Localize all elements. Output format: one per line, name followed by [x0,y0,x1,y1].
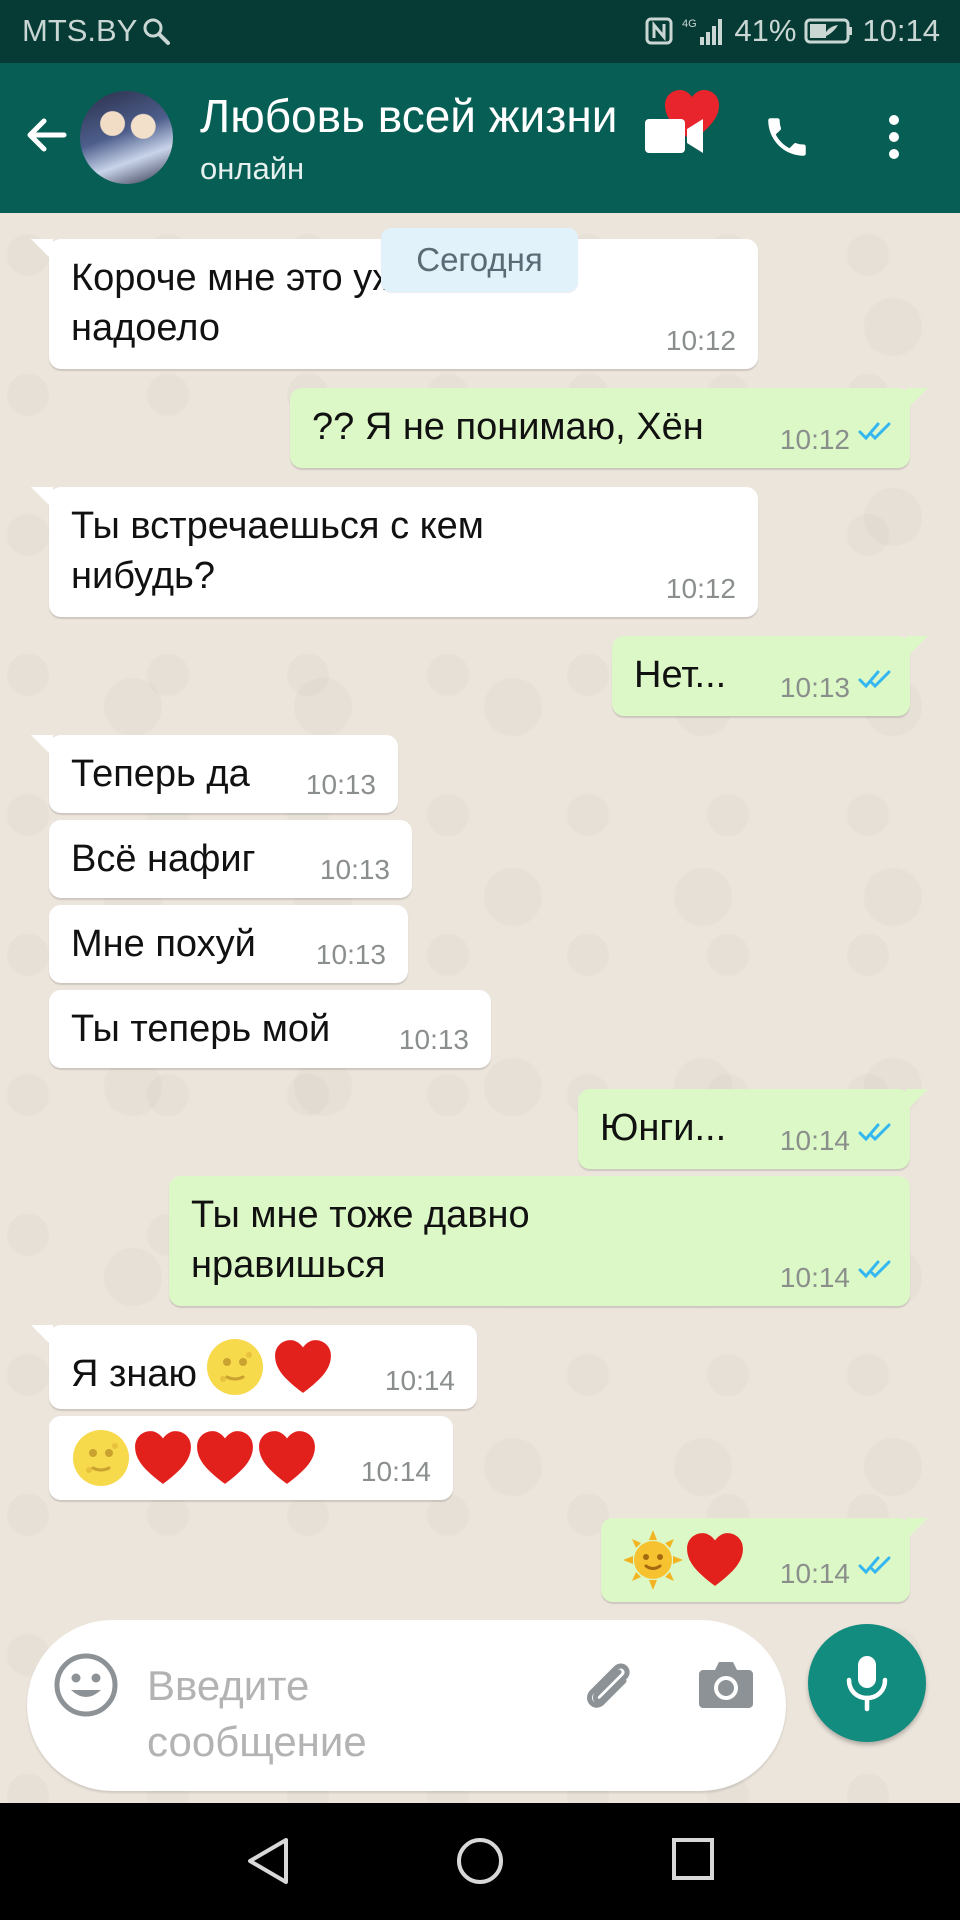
message-time: 10:14 [779,1125,850,1156]
contact-name[interactable]: Любовь всей жизни [200,89,617,143]
read-ticks-icon [858,1542,896,1585]
message-text: нравишься [191,1244,386,1286]
signal-icon: 4G [682,15,726,47]
heart-emoji [273,1339,333,1408]
clock: 10:14 [862,13,940,48]
chat-area[interactable]: Короче мне это уже надоело 10:12 Сегодня… [0,213,960,1803]
camera-icon[interactable] [697,1656,755,1719]
message-time: 10:14 [779,1262,850,1293]
message-bubble[interactable]: Ты встречаешься с кем нибудь? 10:12 [31,487,758,617]
heart-emoji [685,1532,745,1601]
message-input[interactable]: Введите сообщение [147,1658,367,1770]
message-text: Ты мне тоже давно [191,1194,530,1236]
moon-face-emoji [71,1428,131,1501]
nav-recents-icon[interactable] [670,1836,716,1887]
video-call-icon[interactable] [643,113,705,164]
moon-face-emoji [205,1337,265,1410]
message-time: 10:12 [665,325,736,356]
more-options-icon[interactable] [880,113,908,166]
message-text: Короче мне это уже [71,257,420,299]
message-bubble[interactable]: 10:14 [601,1518,928,1603]
read-ticks-icon [858,1246,896,1289]
status-bar: MTS.BY 4G 41% 10:14 [0,0,960,63]
message-bubble[interactable]: Всё нафиг 10:13 [49,820,412,898]
message-text: Мне похуй [71,923,256,965]
message-time: 10:13 [319,854,390,885]
carrier-label: MTS.BY [22,13,138,48]
message-bubble[interactable]: 10:14 [49,1416,453,1500]
message-text: Всё нафиг [71,838,256,880]
message-bubble[interactable]: Юнги... 10:14 [578,1089,928,1169]
nav-back-icon[interactable] [244,1836,292,1891]
message-bubble[interactable]: Нет... 10:13 [612,636,928,716]
message-text: Юнги... [600,1107,727,1149]
message-time: 10:14 [384,1365,455,1396]
heart-emoji [133,1430,193,1499]
emoji-icon[interactable] [53,1652,119,1723]
back-arrow-icon[interactable] [24,113,68,157]
nav-home-icon[interactable] [455,1836,505,1891]
message-text: ?? Я не понимаю, Хён [312,406,704,448]
message-text: Ты теперь мой [71,1008,331,1050]
battery-percent: 41% [734,13,797,48]
paperclip-icon[interactable] [575,1652,641,1723]
sun-face-emoji [623,1530,683,1603]
carrier: MTS.BY [22,13,171,49]
message-time: 10:13 [779,672,850,703]
read-ticks-icon [858,1109,896,1152]
message-time: 10:14 [779,1558,850,1589]
message-bubble[interactable]: Мне похуй 10:13 [49,905,408,983]
message-time: 10:13 [398,1024,469,1055]
system-navigation-bar [0,1803,960,1920]
date-separator: Сегодня [381,228,578,292]
battery-icon [804,17,854,45]
contact-status: онлайн [200,151,305,186]
message-bubble[interactable]: Ты теперь мой 10:13 [49,990,491,1068]
message-time: 10:13 [315,939,386,970]
avatar[interactable] [80,91,173,184]
message-bubble[interactable]: Теперь да 10:13 [31,735,398,813]
message-text: Я знаю [71,1352,198,1395]
network-type: 4G [682,18,697,30]
read-ticks-icon [858,408,896,451]
phone-call-icon[interactable] [762,112,812,167]
message-time: 10:12 [779,424,850,455]
message-time: 10:12 [665,573,736,604]
message-bubble[interactable]: Ты мне тоже давно нравишься 10:14 [169,1176,910,1306]
heart-emoji [195,1430,255,1499]
message-input-placeholder: Введите [147,1662,310,1709]
message-text: Нет... [634,654,727,696]
heart-emoji [257,1430,317,1499]
chat-header: Любовь всей жизни онлайн [0,63,960,213]
search-icon [141,16,171,46]
message-composer[interactable]: Введите сообщение [27,1620,786,1791]
message-bubble[interactable]: ?? Я не понимаю, Хён 10:12 [290,388,928,468]
message-bubble[interactable]: Я знаю 10:14 [31,1325,477,1410]
microphone-button[interactable] [808,1624,926,1742]
status-indicators: 4G 41% 10:14 [644,13,940,49]
message-input-placeholder: сообщение [147,1718,367,1765]
message-text: Теперь да [71,753,250,795]
message-text: нибудь? [71,555,215,597]
message-text: Ты встречаешься с кем [71,505,484,547]
message-time: 10:13 [305,769,376,800]
message-time: 10:14 [360,1456,431,1487]
nfc-icon [644,16,674,46]
message-text: надоело [71,307,221,349]
read-ticks-icon [858,656,896,699]
